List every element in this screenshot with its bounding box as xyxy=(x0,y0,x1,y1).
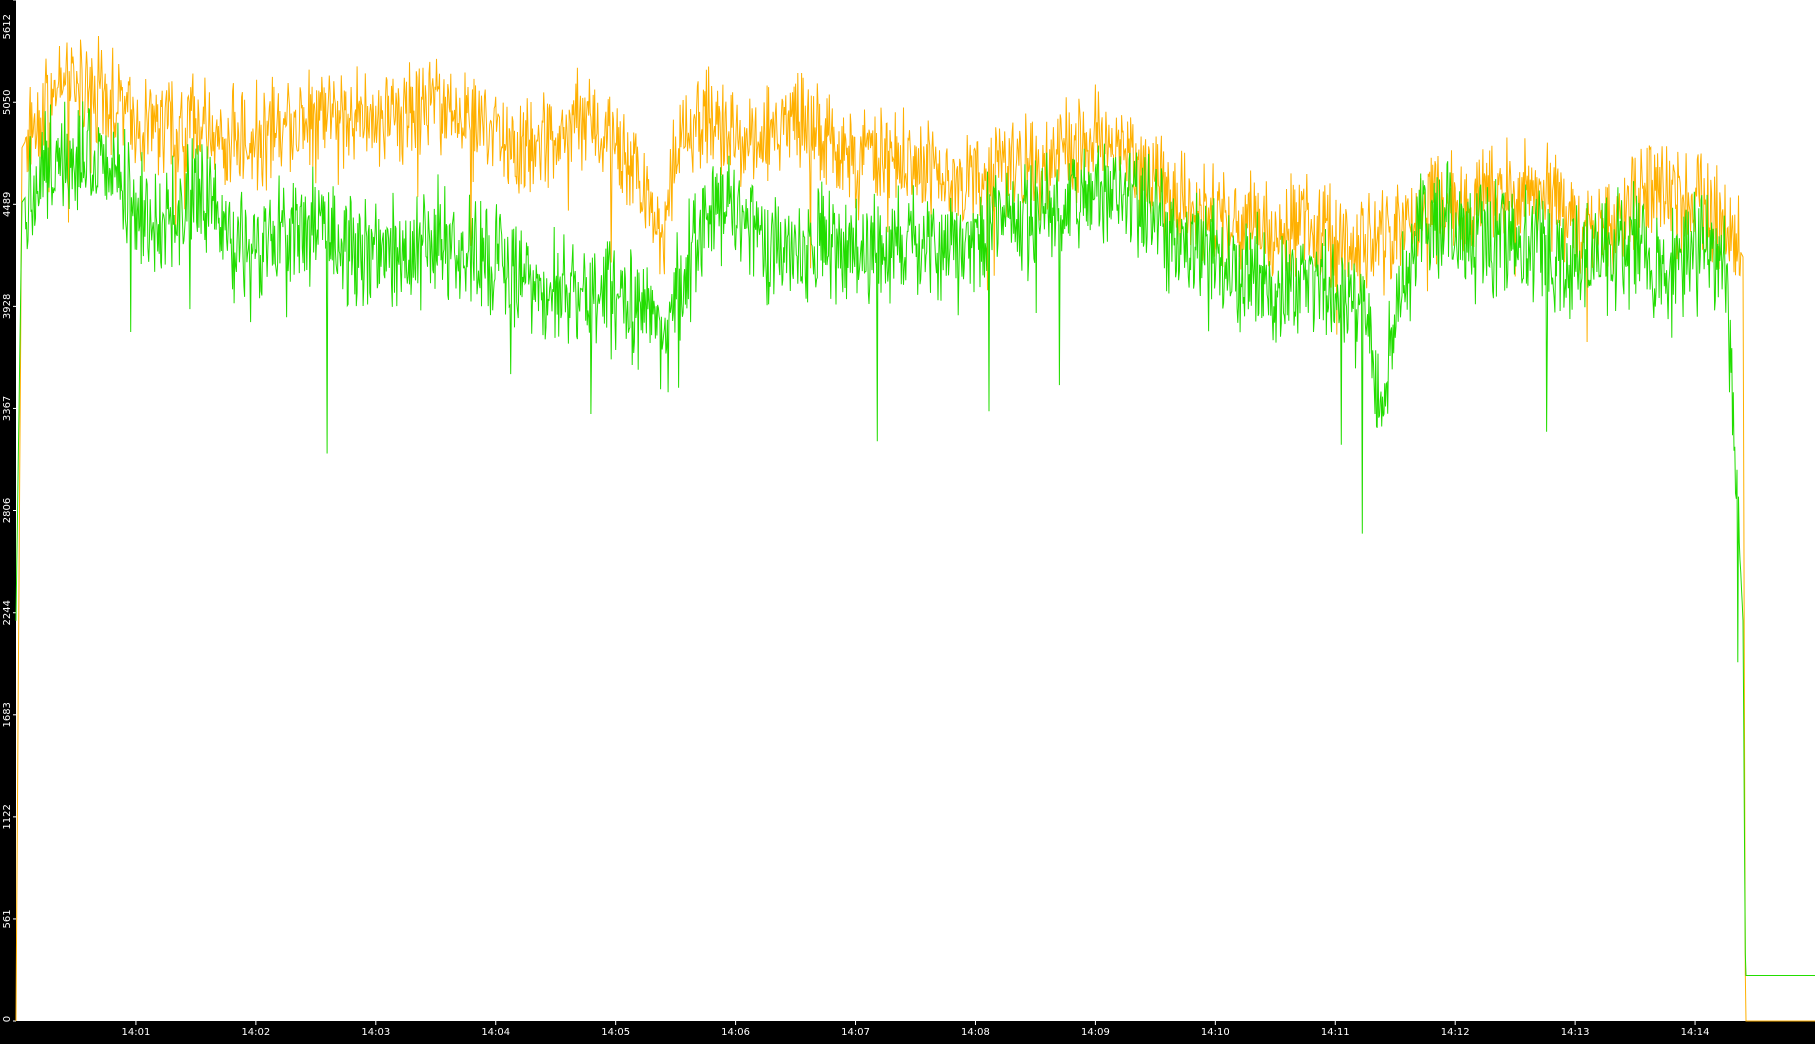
y-tick-label: 0 xyxy=(2,1016,13,1022)
y-tick-label: 2244 xyxy=(2,600,13,625)
x-tick-label: 14:14 xyxy=(1681,1027,1710,1038)
y-tick-label: 5612 xyxy=(2,14,13,39)
y-tick-label: 5050 xyxy=(2,90,13,115)
y-tick-label: 3928 xyxy=(2,294,13,319)
x-tick-label: 14:02 xyxy=(241,1027,270,1038)
y-tick-label: 2806 xyxy=(2,498,13,523)
y-tick-label: 1122 xyxy=(2,804,13,829)
line-chart: 0 561 1122 1683 2244 2806 3367 3928 4489 5050 5612… xyxy=(2,0,1815,1038)
x-tick-label: 14:11 xyxy=(1321,1027,1350,1038)
x-tick-label: 14:12 xyxy=(1441,1027,1470,1038)
y-tick-label: 561 xyxy=(2,909,13,928)
x-tick-label: 14:06 xyxy=(721,1027,750,1038)
chart-container: 0 561 1122 1683 2244 2806 3367 3928 4489 5050 5612… xyxy=(0,0,1815,1039)
y-tick-label: 1683 xyxy=(2,702,13,727)
x-tick-label: 14:10 xyxy=(1201,1027,1230,1038)
x-tick-label: 14:05 xyxy=(601,1027,630,1038)
x-tick-label: 14:04 xyxy=(481,1027,510,1038)
x-tick-label: 14:03 xyxy=(361,1027,390,1038)
x-tick-label: 14:13 xyxy=(1561,1027,1590,1038)
y-tick-label: 3367 xyxy=(2,396,13,421)
y-tick-label: 4489 xyxy=(2,192,13,217)
x-tick-label: 14:08 xyxy=(961,1027,990,1038)
x-axis: 14:01 14:02 14:03 14:04 14:05 14:06 14:07 14:08… xyxy=(122,1021,1710,1038)
x-tick-label: 14:07 xyxy=(841,1027,870,1038)
plot-area xyxy=(16,0,1815,1021)
x-tick-label: 14:09 xyxy=(1081,1027,1110,1038)
y-axis: 0 561 1122 1683 2244 2806 3367 3928 4489 5050 5612 xyxy=(2,0,16,1022)
x-tick-label: 14:01 xyxy=(122,1027,151,1038)
